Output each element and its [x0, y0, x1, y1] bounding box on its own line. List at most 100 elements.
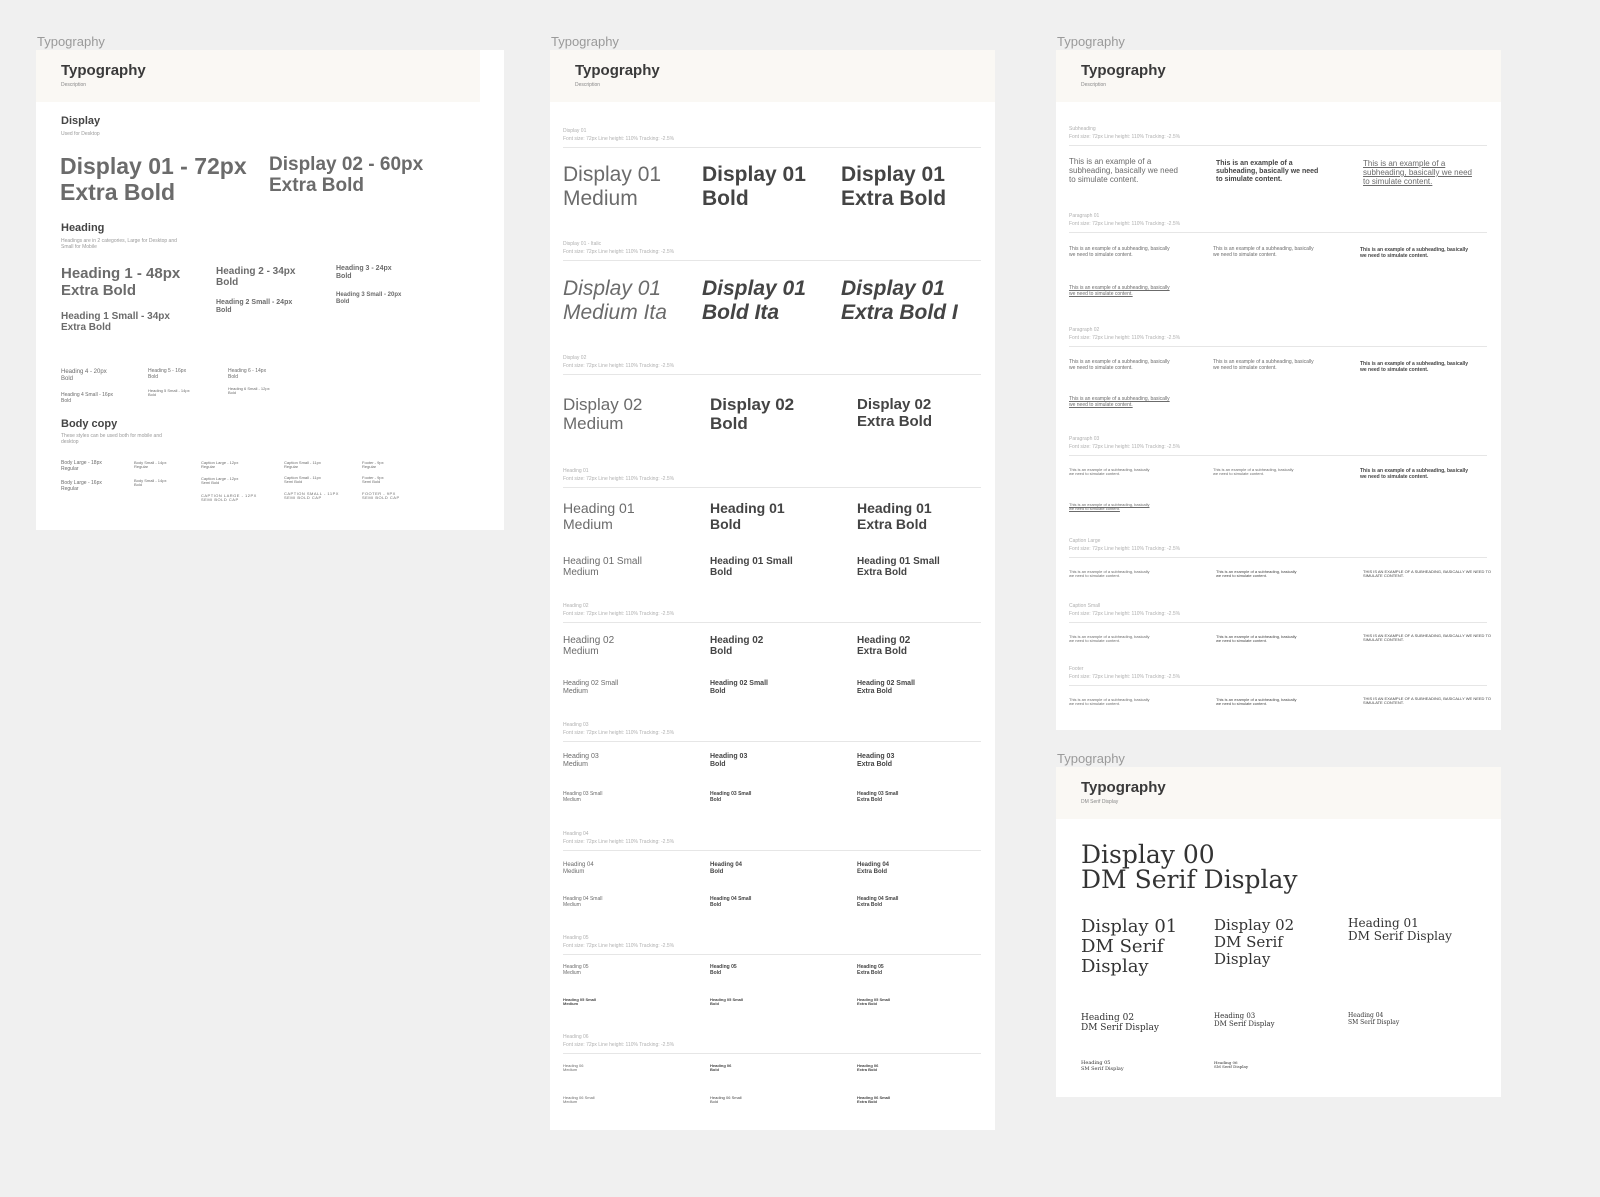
- section-meta: Caption Small Font size: 72px Line height…: [1069, 602, 1180, 618]
- section-label: Heading 04: [563, 831, 589, 837]
- typography-frame-serif[interactable]: Typography DM Serif Display Display 00 D…: [1056, 767, 1501, 1097]
- section-spec: Font size: 72px Line height: 110% Tracki…: [563, 136, 675, 142]
- body-large-16: Body Large - 16px Regular: [61, 480, 102, 492]
- caption-large-cap: THIS IS AN EXAMPLE OF A SUBHEADING, BASI…: [1363, 569, 1491, 579]
- serif-heading05: Heading 05 SM Serif Display: [1081, 1060, 1124, 1072]
- subheading-underline[interactable]: This is an example of a subheading, basi…: [1363, 159, 1472, 187]
- paragraph02-regular: This is an example of a subheading, basi…: [1069, 359, 1170, 371]
- body-small-bold: Body Small - 14px Bold: [134, 478, 167, 488]
- heading02-bold: Heading 02 Bold: [710, 635, 764, 658]
- serif-display00: Display 00 DM Serif Display: [1081, 840, 1298, 894]
- display-section-sub: Used for Desktop: [61, 131, 100, 137]
- frame-label[interactable]: Typography: [551, 34, 619, 49]
- paragraph03-medium: This is an example of a subheading, basi…: [1213, 467, 1294, 477]
- heading05-small-extrabold: Heading 05 Small Extra Bold: [857, 997, 891, 1007]
- heading03-small-bold: Heading 03 Small Bold: [710, 791, 752, 803]
- divider: [1069, 455, 1487, 456]
- display02-sample: Display 02 - 60px Extra Bold: [269, 154, 424, 197]
- body-small-regular: Body Small - 14px Regular: [134, 460, 167, 470]
- heading03-bold: Heading 03 Bold: [710, 753, 748, 768]
- heading01-extrabold: Heading 01 Extra Bold: [857, 500, 932, 532]
- section-label: Caption Large: [1069, 538, 1101, 544]
- frame-label[interactable]: Typography: [1057, 751, 1125, 766]
- heading06-small-medium: Heading 06 Small Medium: [563, 1095, 595, 1105]
- section-meta: Paragraph 02 Font size: 72px Line height:…: [1069, 326, 1180, 342]
- h4-sample: Heading 4 - 20px Bold: [61, 369, 107, 382]
- display01-sample: Display 01 - 72px Extra Bold: [60, 153, 247, 205]
- heading04-small-bold: Heading 04 Small Bold: [710, 896, 752, 908]
- heading05-bold: Heading 05 Bold: [710, 964, 737, 976]
- section-meta: Footer Font size: 72px Line height: 110% …: [1069, 665, 1180, 681]
- h4-small-sample: Heading 4 Small - 16px Bold: [61, 392, 113, 404]
- divider: [563, 1053, 981, 1054]
- section-spec: Font size: 72px Line height: 110% Tracki…: [563, 839, 675, 845]
- section-meta: Caption Large Font size: 72px Line height…: [1069, 537, 1180, 553]
- paragraph01-underline[interactable]: This is an example of a subheading, basi…: [1069, 285, 1170, 297]
- display01-bold: Display 01 Bold: [702, 163, 806, 210]
- typography-frame-overview[interactable]: Typography Description Display Used for …: [36, 50, 504, 530]
- caption-small-semibold: Caption Small - 11px Semi Bold: [284, 475, 321, 485]
- paragraph01-regular: This is an example of a subheading, basi…: [1069, 246, 1170, 258]
- paragraph02-underline[interactable]: This is an example of a subheading, basi…: [1069, 396, 1170, 408]
- section-spec: Font size: 72px Line height: 110% Tracki…: [563, 611, 675, 617]
- display01-bold-italic: Display 01 Bold Ita: [702, 277, 806, 324]
- heading05-extrabold: Heading 05 Extra Bold: [857, 964, 884, 976]
- divider: [563, 954, 981, 955]
- section-spec: Font size: 72px Line height: 110% Tracki…: [563, 943, 675, 949]
- heading05-medium: Heading 05 Medium: [563, 964, 589, 976]
- display02-medium: Display 02 Medium: [563, 395, 643, 434]
- divider: [563, 260, 981, 261]
- footer-regular: This is an example of a subheading, basi…: [1069, 697, 1150, 707]
- h6-sample: Heading 6 - 14px Bold: [228, 368, 267, 380]
- divider: [1069, 557, 1487, 558]
- serif-heading04: Heading 04 SM Serif Display: [1348, 1012, 1400, 1026]
- h2-small-sample: Heading 2 Small - 24px Bold: [216, 299, 293, 314]
- divider: [1069, 346, 1487, 347]
- paragraph02-bold: This is an example of a subheading, basi…: [1360, 361, 1469, 373]
- section-spec: Font size: 72px Line height: 110% Tracki…: [563, 1042, 675, 1048]
- body-section-title: Body copy: [61, 418, 118, 430]
- heading06-small-extrabold: Heading 06 Small Extra Bold: [857, 1095, 891, 1105]
- caption-large-regular: Caption Large - 12px Regular: [201, 460, 239, 470]
- display02-bold: Display 02 Bold: [710, 395, 795, 434]
- section-label: Heading 01: [563, 468, 589, 474]
- section-meta: Subheading Font size: 72px Line height: 1…: [1069, 125, 1180, 141]
- caption-large-semibold: This is an example of a subheading, basi…: [1216, 569, 1297, 579]
- section-spec: Font size: 72px Line height: 110% Tracki…: [563, 476, 675, 482]
- heading03-extrabold: Heading 03 Extra Bold: [857, 753, 895, 768]
- frame-header: Typography DM Serif Display: [1056, 767, 1501, 819]
- section-spec: Font size: 72px Line height: 110% Tracki…: [1069, 221, 1181, 227]
- frame-label[interactable]: Typography: [37, 34, 105, 49]
- section-meta: Paragraph 01 Font size: 72px Line height:…: [1069, 212, 1180, 228]
- serif-heading01: Heading 01 DM Serif Display: [1348, 916, 1452, 944]
- heading-section-title: Heading: [61, 222, 105, 234]
- display01-medium: Display 01 Medium: [563, 163, 662, 210]
- heading05-small-bold: Heading 05 Small Bold: [710, 997, 744, 1007]
- h2-sample: Heading 2 - 34px Bold: [216, 266, 296, 289]
- heading04-small-medium: Heading 04 Small Medium: [563, 896, 603, 908]
- body-large-regular: Body Large - 18px Regular: [61, 460, 102, 472]
- heading04-extrabold: Heading 04 Extra Bold: [857, 862, 890, 875]
- heading01-small-extrabold: Heading 01 Small Extra Bold: [857, 556, 940, 579]
- heading01-medium: Heading 01 Medium: [563, 500, 635, 532]
- section-meta: Display 01 Font size: 72px Line height: 1…: [563, 127, 674, 143]
- section-label: Footer: [1069, 666, 1084, 672]
- serif-display01: Display 01 DM Serif Display: [1081, 916, 1178, 978]
- heading02-small-bold: Heading 02 Small Bold: [710, 680, 768, 695]
- display-section-title: Display: [61, 115, 101, 127]
- heading02-medium: Heading 02 Medium: [563, 635, 615, 658]
- section-label: Caption Small: [1069, 603, 1101, 609]
- typography-frame-body[interactable]: Typography Description Subheading Font si…: [1056, 50, 1501, 730]
- footer-semibold: Footer - 9px Semi Bold: [362, 475, 384, 485]
- caption-small-cap: THIS IS AN EXAMPLE OF A SUBHEADING, BASI…: [1363, 633, 1491, 643]
- heading04-small-extrabold: Heading 04 Small Extra Bold: [857, 896, 899, 908]
- section-label: Paragraph 02: [1069, 327, 1100, 333]
- h3-small-sample: Heading 3 Small - 20px Bold: [336, 292, 402, 305]
- frame-label[interactable]: Typography: [1057, 34, 1125, 49]
- heading06-bold: Heading 06 Bold: [710, 1063, 732, 1073]
- heading01-small-bold: Heading 01 Small Bold: [710, 556, 793, 579]
- divider: [563, 741, 981, 742]
- typography-frame-inter[interactable]: Typography Description Display 01 Font si…: [550, 50, 995, 1130]
- serif-display02: Display 02 DM Serif Display: [1214, 916, 1295, 968]
- paragraph03-underline[interactable]: This is an example of a subheading, basi…: [1069, 502, 1150, 512]
